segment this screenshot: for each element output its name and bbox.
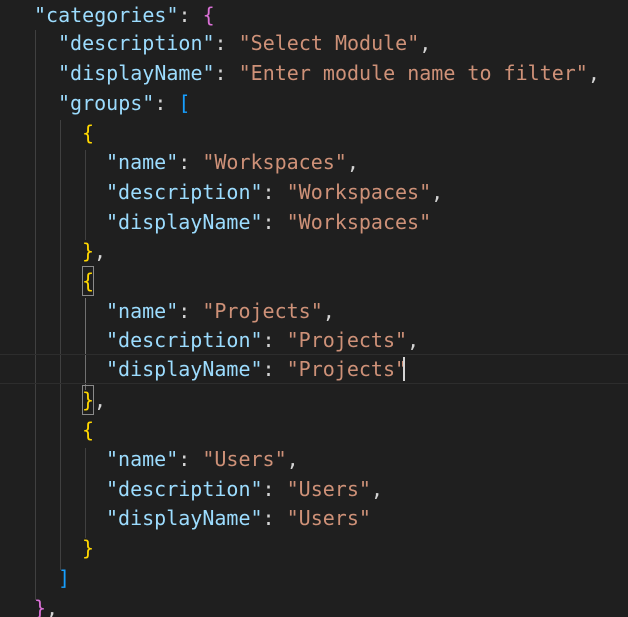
json-key: "displayName" bbox=[106, 210, 263, 234]
open-bracket: [ bbox=[178, 91, 191, 115]
code-line[interactable]: "description": "Workspaces", bbox=[0, 177, 628, 207]
json-string-value: "Users" bbox=[286, 506, 371, 530]
json-key: "displayName" bbox=[106, 506, 263, 530]
json-string-value: "Enter module name to filter" bbox=[238, 61, 588, 85]
colon: : bbox=[214, 61, 239, 85]
json-string-value: "Users" bbox=[286, 477, 371, 501]
colon: : bbox=[178, 3, 203, 27]
colon: : bbox=[178, 150, 203, 174]
code-line[interactable]: "name": "Projects", bbox=[0, 296, 628, 326]
colon: : bbox=[262, 506, 287, 530]
code-line[interactable]: "categories": { bbox=[0, 0, 628, 30]
json-string-value: "Projects" bbox=[202, 299, 323, 323]
json-string-value: "Projects" bbox=[286, 328, 408, 352]
comma: , bbox=[46, 596, 59, 617]
comma: , bbox=[94, 388, 107, 412]
code-line[interactable]: { bbox=[0, 266, 628, 296]
code-line[interactable]: "displayName": "Workspaces" bbox=[0, 207, 628, 237]
close-brace: } bbox=[82, 239, 95, 263]
comma: , bbox=[370, 477, 383, 501]
json-key: "categories" bbox=[34, 3, 179, 27]
code-line[interactable]: } bbox=[0, 533, 628, 563]
text-cursor bbox=[403, 357, 405, 381]
comma: , bbox=[419, 31, 432, 55]
code-line[interactable]: "description": "Projects", bbox=[0, 325, 628, 355]
code-line[interactable]: "groups": [ bbox=[0, 88, 628, 118]
open-brace-matched: { bbox=[82, 266, 95, 296]
json-key: "displayName" bbox=[106, 357, 263, 381]
json-string-value: "Workspaces" bbox=[286, 210, 432, 234]
comma: , bbox=[286, 447, 299, 471]
code-line[interactable]: "description": "Users", bbox=[0, 474, 628, 504]
code-line[interactable]: "name": "Workspaces", bbox=[0, 147, 628, 177]
comma: , bbox=[431, 180, 444, 204]
close-brace: } bbox=[34, 596, 47, 617]
colon: : bbox=[262, 210, 287, 234]
code-line[interactable]: "displayName": "Users" bbox=[0, 503, 628, 533]
code-line[interactable]: ] bbox=[0, 563, 628, 593]
open-brace: { bbox=[202, 3, 215, 27]
comma: , bbox=[322, 299, 335, 323]
json-string-value: "Users" bbox=[202, 447, 287, 471]
json-string-value: "Projects" bbox=[286, 357, 408, 381]
open-brace: { bbox=[82, 418, 95, 442]
code-line[interactable]: { bbox=[0, 118, 628, 148]
code-line[interactable]: "displayName": "Enter module name to fil… bbox=[0, 58, 628, 88]
code-line[interactable]: { bbox=[0, 415, 628, 445]
json-key: "name" bbox=[106, 447, 179, 471]
colon: : bbox=[214, 31, 239, 55]
comma: , bbox=[587, 61, 600, 85]
colon: : bbox=[262, 328, 287, 352]
json-key: "groups" bbox=[58, 91, 155, 115]
colon: : bbox=[178, 299, 203, 323]
json-key: "name" bbox=[106, 150, 179, 174]
close-brace: } bbox=[82, 536, 95, 560]
close-bracket: ] bbox=[58, 566, 71, 590]
colon: : bbox=[262, 477, 287, 501]
comma: , bbox=[94, 239, 107, 263]
colon: : bbox=[154, 91, 179, 115]
json-key: "description" bbox=[106, 180, 263, 204]
json-string-value: "Workspaces" bbox=[202, 150, 347, 174]
colon: : bbox=[262, 357, 287, 381]
json-string-value: "Workspaces" bbox=[286, 180, 432, 204]
code-line-current[interactable]: "displayName": "Projects" bbox=[0, 354, 628, 384]
colon: : bbox=[178, 447, 203, 471]
code-line[interactable]: }, bbox=[0, 385, 628, 415]
comma: , bbox=[346, 150, 359, 174]
code-editor[interactable]: "categories": { "description": "Select M… bbox=[0, 0, 628, 617]
close-brace-matched: } bbox=[82, 385, 95, 415]
open-brace: { bbox=[82, 121, 95, 145]
json-key: "description" bbox=[106, 328, 263, 352]
code-line[interactable]: }, bbox=[0, 593, 628, 617]
json-string-value: "Select Module" bbox=[238, 31, 420, 55]
json-key: "name" bbox=[106, 299, 179, 323]
json-key: "description" bbox=[58, 31, 215, 55]
code-line[interactable]: }, bbox=[0, 236, 628, 266]
colon: : bbox=[262, 180, 287, 204]
code-line[interactable]: "description": "Select Module", bbox=[0, 28, 628, 58]
comma: , bbox=[407, 328, 420, 352]
json-key: "displayName" bbox=[58, 61, 215, 85]
code-line[interactable]: "name": "Users", bbox=[0, 444, 628, 474]
json-key: "description" bbox=[106, 477, 263, 501]
